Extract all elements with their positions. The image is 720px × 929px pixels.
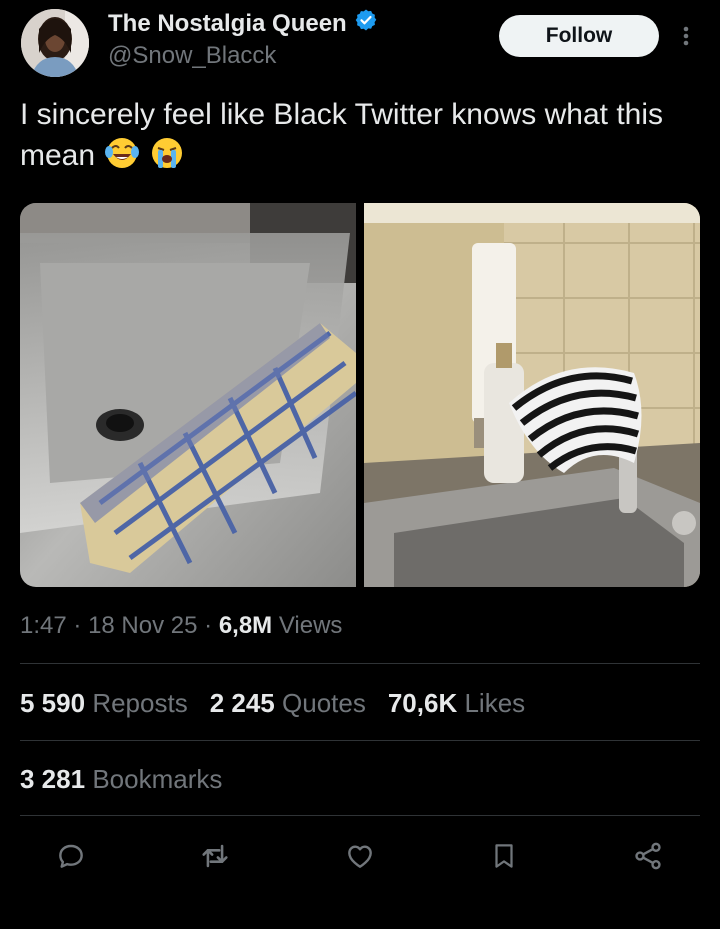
quotes-stat[interactable]: 2 245 Quotes (210, 688, 366, 719)
action-bar (0, 836, 720, 876)
share-icon[interactable] (628, 836, 668, 876)
more-icon[interactable] (676, 20, 696, 52)
bookmark-icon[interactable] (484, 836, 524, 876)
photo-sink-with-towel[interactable] (20, 203, 356, 587)
repost-icon[interactable] (195, 836, 235, 876)
tweet-meta: 1:47 · 18 Nov 25 · 6,8M Views (20, 612, 343, 639)
tweet-date[interactable]: 18 Nov 25 (88, 612, 197, 639)
display-name-row[interactable]: The Nostalgia Queen (108, 8, 378, 39)
laughing-tears-emoji-icon (105, 136, 140, 181)
crying-emoji-icon (150, 136, 184, 181)
views-count: 6,8M (218, 612, 273, 639)
follow-button[interactable]: Follow (499, 15, 659, 57)
reply-icon[interactable] (51, 836, 91, 876)
views-label: Views (278, 612, 343, 639)
display-name[interactable]: The Nostalgia Queen (108, 10, 347, 38)
photo-kitchen-sink-with-cloth[interactable] (364, 203, 700, 587)
reposts-stat[interactable]: 5 590 Reposts (20, 688, 188, 719)
likes-stat[interactable]: 70,6K Likes (388, 688, 525, 719)
divider (20, 663, 700, 664)
media-grid (20, 203, 700, 587)
engagement-stats: 5 590 Reposts 2 245 Quotes 70,6K Likes (20, 688, 525, 719)
heart-icon[interactable] (340, 836, 380, 876)
tweet-time[interactable]: 1:47 (20, 612, 67, 639)
tweet-text: I sincerely feel like Black Twitter know… (20, 94, 700, 181)
bookmarks-stat[interactable]: 3 281 Bookmarks (20, 764, 222, 795)
divider (20, 740, 700, 741)
verified-badge-icon (354, 8, 378, 39)
user-handle[interactable]: @Snow_Blacck (108, 42, 276, 70)
avatar[interactable] (21, 9, 89, 77)
divider (20, 815, 700, 816)
